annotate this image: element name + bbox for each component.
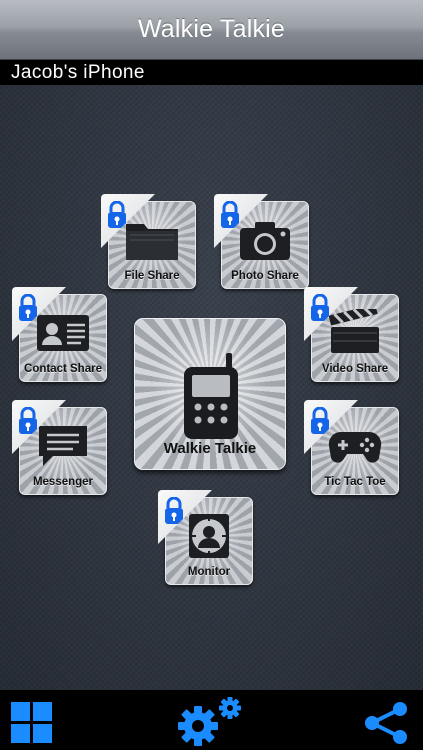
video-share-label: Video Share <box>321 363 389 375</box>
share-icon <box>365 702 407 744</box>
device-name: Jacob's iPhone <box>11 62 145 83</box>
photo-share-label: Photo Share <box>231 270 299 282</box>
contact-card-icon <box>37 315 89 351</box>
chat-bubble-icon <box>39 426 87 466</box>
lock-icon <box>19 407 37 434</box>
messenger-label: Messenger <box>32 476 94 488</box>
camera-icon <box>240 222 290 260</box>
settings-gears-icon <box>178 697 241 746</box>
file-share-tile[interactable]: File Share <box>101 194 196 289</box>
lock-icon <box>221 201 239 228</box>
photo-share-tile[interactable]: Photo Share <box>214 194 309 289</box>
walkie-talkie-label: Walkie Talkie <box>163 440 257 457</box>
monitor-tile[interactable]: Monitor <box>158 490 253 585</box>
folder-icon <box>126 224 178 260</box>
share-button[interactable] <box>364 701 408 750</box>
video-share-tile[interactable]: Video Share <box>304 287 399 382</box>
grid-menu-button[interactable] <box>11 702 52 748</box>
grid-icon <box>11 702 52 743</box>
monitor-icon <box>189 514 229 558</box>
title-bar: Walkie Talkie <box>0 0 423 60</box>
contact-share-label: Contact Share <box>24 363 102 375</box>
settings-button[interactable] <box>176 696 246 750</box>
lock-icon <box>311 294 329 321</box>
lock-icon <box>19 294 37 321</box>
gamepad-icon <box>328 431 382 463</box>
tic-tac-toe-tile[interactable]: Tic Tac Toe <box>304 400 399 495</box>
device-name-bar: Jacob's iPhone <box>0 60 423 85</box>
lock-icon <box>311 407 329 434</box>
app-title: Walkie Talkie <box>137 15 286 43</box>
walkie-talkie-main-button[interactable]: Walkie Talkie <box>134 318 286 470</box>
contact-share-tile[interactable]: Contact Share <box>12 287 107 382</box>
tic-tac-toe-label: Tic Tac Toe <box>324 476 386 488</box>
bottom-toolbar <box>0 690 423 750</box>
clapperboard-icon <box>328 309 379 353</box>
lock-icon <box>165 497 183 524</box>
lock-icon <box>108 201 126 228</box>
walkie-talkie-icon <box>184 353 238 439</box>
monitor-label: Monitor <box>187 566 231 578</box>
file-share-label: File Share <box>124 270 180 282</box>
messenger-tile[interactable]: Messenger <box>12 400 107 495</box>
